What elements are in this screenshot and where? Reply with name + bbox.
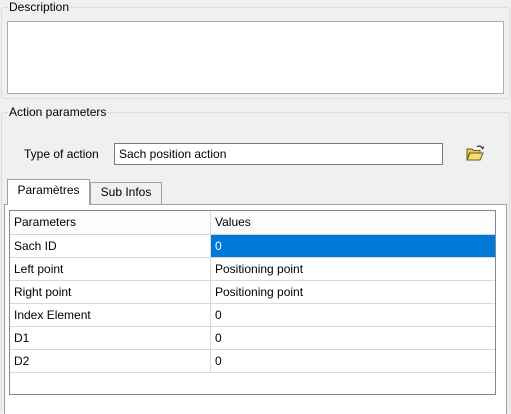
description-group: Description xyxy=(1,0,510,99)
parameter-name-cell[interactable]: D2 xyxy=(10,350,211,372)
parameter-value-cell[interactable]: Positioning point xyxy=(211,281,495,303)
browse-button[interactable] xyxy=(463,143,487,165)
table-row[interactable]: Sach ID 0 xyxy=(10,235,495,258)
tab-parametres[interactable]: Paramètres xyxy=(7,179,90,205)
column-header-values[interactable]: Values xyxy=(211,211,495,234)
parameter-name-cell[interactable]: Index Element xyxy=(10,304,211,326)
parameter-value-cell[interactable]: Positioning point xyxy=(211,258,495,280)
description-textarea[interactable] xyxy=(7,21,504,94)
table-row[interactable]: Index Element 0 xyxy=(10,304,495,327)
tab-sub-infos[interactable]: Sub Infos xyxy=(90,182,162,204)
parameter-value-cell[interactable]: 0 xyxy=(211,350,495,372)
open-folder-icon xyxy=(466,145,485,161)
type-of-action-field[interactable]: Sach position action xyxy=(114,143,443,165)
parameters-grid: Parameters Values Sach ID 0 Left point P… xyxy=(9,210,496,395)
parameter-name-cell[interactable]: Left point xyxy=(10,258,211,280)
description-legend: Description xyxy=(8,0,71,14)
action-parameters-legend: Action parameters xyxy=(8,105,108,119)
type-of-action-label: Type of action xyxy=(24,147,99,161)
parameter-value-cell[interactable]: 0 xyxy=(211,304,495,326)
parameter-name-cell[interactable]: D1 xyxy=(10,327,211,349)
table-row[interactable]: Left point Positioning point xyxy=(10,258,495,281)
table-row[interactable]: D2 0 xyxy=(10,350,495,373)
column-header-parameters[interactable]: Parameters xyxy=(10,211,211,234)
parameter-value-cell[interactable]: 0 xyxy=(211,235,495,257)
parameter-name-cell[interactable]: Sach ID xyxy=(10,235,211,257)
table-row[interactable]: Right point Positioning point xyxy=(10,281,495,304)
parameter-name-cell[interactable]: Right point xyxy=(10,281,211,303)
grid-header: Parameters Values xyxy=(10,211,495,235)
table-row[interactable]: D1 0 xyxy=(10,327,495,350)
parameter-value-cell[interactable]: 0 xyxy=(211,327,495,349)
